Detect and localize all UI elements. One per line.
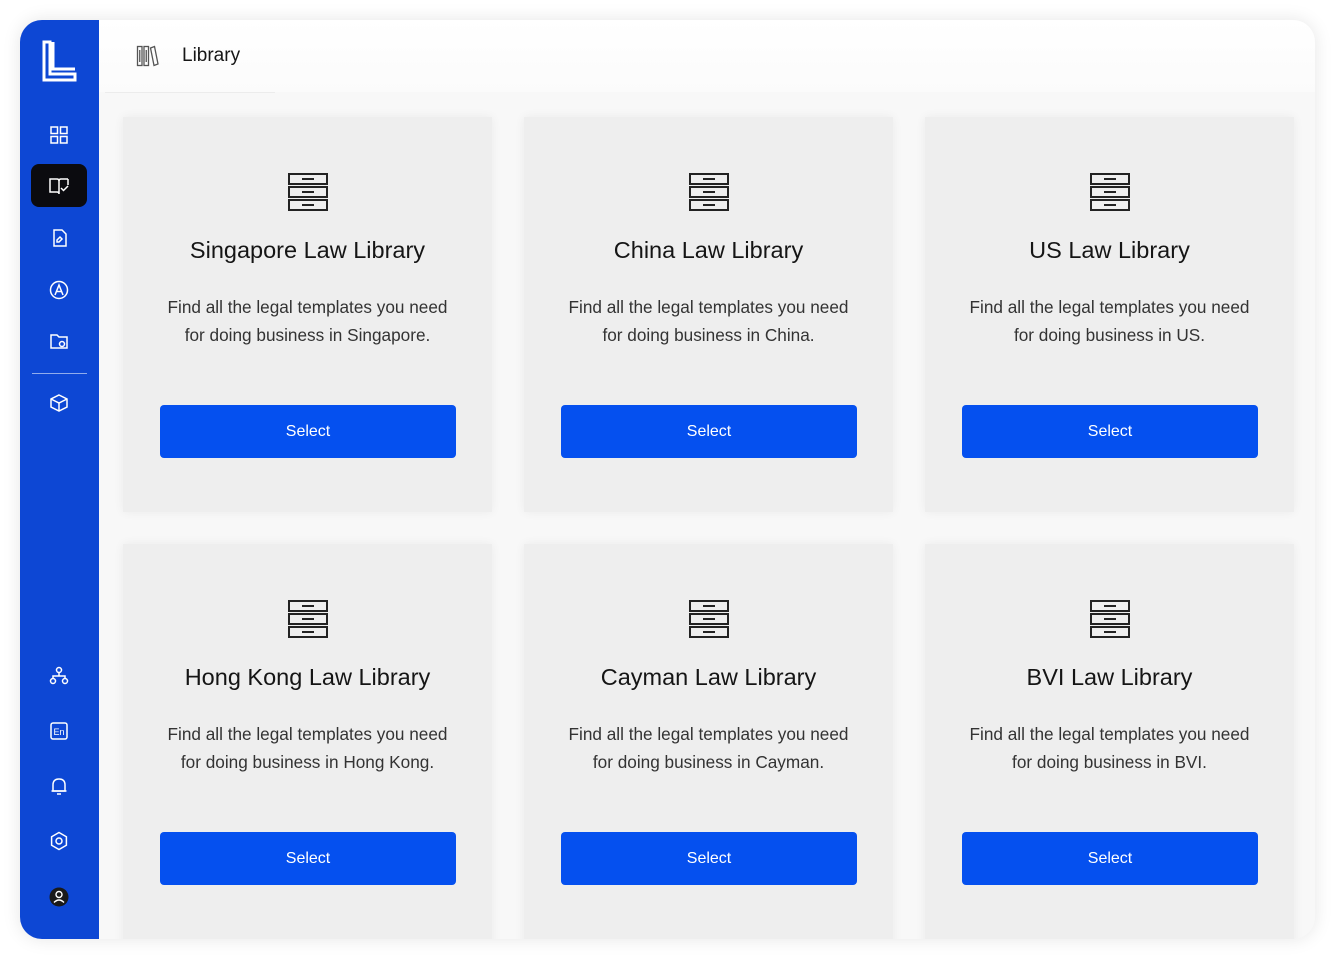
bell-icon — [51, 777, 67, 795]
library-card-hong-kong: Hong Kong Law Library Find all the legal … — [123, 544, 492, 939]
main-content: Library Singapore Law Library Find all th… — [99, 20, 1315, 939]
page-title: Library — [182, 45, 241, 66]
sidebar-item-folders[interactable] — [31, 319, 87, 362]
library-card-singapore: Singapore Law Library Find all the legal … — [123, 117, 492, 512]
cabinet-icon — [288, 600, 328, 638]
select-button[interactable]: Select — [962, 832, 1258, 885]
cabinet-icon — [288, 173, 328, 211]
select-button[interactable]: Select — [561, 832, 857, 885]
app-window: En Library Singapore Law Library Find al… — [20, 20, 1315, 939]
gear-icon — [50, 831, 68, 850]
cube-icon — [50, 393, 68, 412]
header-divider — [105, 92, 275, 93]
signature-icon — [49, 280, 69, 299]
library-title: US Law Library — [1029, 237, 1190, 263]
page-header: Library — [99, 20, 1315, 92]
cabinet-icon — [1090, 600, 1130, 638]
dashboard-grid-icon — [50, 125, 68, 144]
library-title: BVI Law Library — [1026, 664, 1193, 690]
library-description: Find all the legal templates you need fo… — [167, 297, 448, 345]
library-description: Find all the legal templates you need fo… — [969, 724, 1250, 772]
cabinet-icon — [689, 173, 729, 211]
language-en-icon: En — [50, 721, 68, 740]
sidebar-item-dashboard[interactable] — [31, 113, 87, 156]
select-button[interactable]: Select — [160, 405, 456, 458]
library-description: Find all the legal templates you need fo… — [568, 724, 849, 772]
user-avatar-icon — [49, 887, 69, 906]
library-books-icon — [136, 45, 159, 67]
select-button[interactable]: Select — [561, 405, 857, 458]
library-description: Find all the legal templates you need fo… — [568, 297, 849, 345]
sidebar-item-library[interactable] — [31, 164, 87, 207]
sidebar: En — [20, 20, 99, 939]
library-card-china: China Law Library Find all the legal temp… — [524, 117, 893, 512]
sidebar-item-notifications[interactable] — [31, 764, 87, 807]
library-title: Hong Kong Law Library — [184, 664, 431, 690]
library-title: China Law Library — [613, 237, 804, 263]
cabinet-icon — [689, 600, 729, 638]
sidebar-item-organization[interactable] — [31, 654, 87, 697]
library-card-us: US Law Library Find all the legal templat… — [925, 117, 1294, 512]
library-title: Cayman Law Library — [600, 664, 817, 690]
cabinet-icon — [1090, 173, 1130, 211]
library-description: Find all the legal templates you need fo… — [167, 724, 448, 772]
select-button[interactable]: Select — [962, 405, 1258, 458]
org-chart-icon — [49, 666, 69, 684]
library-description: Find all the legal templates you need fo… — [969, 297, 1250, 345]
library-card-cayman: Cayman Law Library Find all the legal tem… — [524, 544, 893, 939]
sidebar-item-documents[interactable] — [31, 216, 87, 259]
sidebar-item-signature[interactable] — [31, 268, 87, 311]
sidebar-separator — [32, 373, 87, 374]
library-title: Singapore Law Library — [189, 237, 426, 263]
book-library-icon — [49, 177, 69, 194]
app-logo[interactable] — [41, 40, 77, 82]
sidebar-item-modules[interactable] — [31, 381, 87, 424]
svg-text:En: En — [53, 727, 64, 737]
select-button[interactable]: Select — [160, 832, 456, 885]
sidebar-item-profile[interactable] — [31, 875, 87, 918]
folder-icon — [50, 333, 68, 349]
sidebar-item-settings[interactable] — [31, 819, 87, 862]
document-edit-icon — [53, 228, 67, 247]
library-card-bvi: BVI Law Library Find all the legal templa… — [925, 544, 1294, 939]
sidebar-item-language[interactable]: En — [31, 709, 87, 752]
